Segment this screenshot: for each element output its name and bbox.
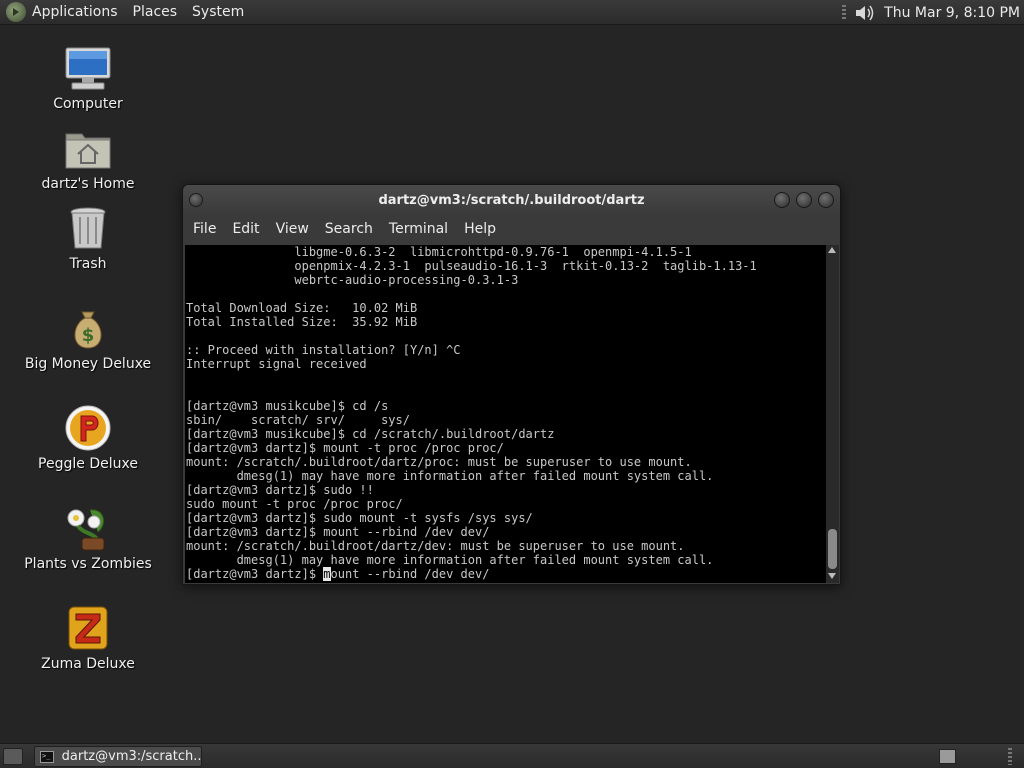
trash-icon [64,204,112,252]
desktop-icon-trash[interactable]: Trash [28,204,148,272]
terminal-line: openpmix-4.2.3-1 pulseaudio-16.1-3 rtkit… [186,259,757,273]
desktop-icon-home[interactable]: dartz's Home [28,124,148,192]
plants-vs-zombies-icon [64,504,112,552]
terminal-line: mount: /scratch/.buildroot/dartz/dev: mu… [186,539,685,553]
desktop-icon-label: Trash [69,256,107,272]
menu-search[interactable]: Search [325,221,373,237]
workspace-switcher[interactable] [939,749,956,764]
maximize-button[interactable] [796,192,812,208]
prompt-text: [dartz@vm3 dartz]$ [186,567,324,581]
peggle-icon [64,404,112,452]
gnome-foot-icon[interactable] [6,2,26,22]
terminal-line: webrtc-audio-processing-0.3.1-3 [186,273,519,287]
taskbar-terminal-button[interactable]: >_ dartz@vm3:/scratch... [34,746,202,767]
terminal-scrollbar[interactable] [826,245,839,583]
menu-edit[interactable]: Edit [232,221,259,237]
terminal-icon: >_ [40,750,54,763]
terminal-line: sudo mount -t proc /proc proc/ [186,497,403,511]
taskbar-label: dartz@vm3:/scratch... [61,749,201,764]
top-panel: Applications Places System Thu Mar 9, 8:… [0,0,1024,25]
zuma-icon [64,604,112,652]
command-text: ount --rbind /dev dev/ [330,567,490,581]
terminal-output[interactable]: libgme-0.6.3-2 libmicrohttpd-0.9.76-1 op… [185,245,826,583]
window-menubar: File Edit View Search Terminal Help [183,215,840,243]
scroll-up-arrow-icon[interactable] [828,247,836,253]
desktop-icon-label: Computer [53,96,123,112]
panel-handle[interactable] [1008,748,1012,765]
menu-terminal[interactable]: Terminal [389,221,448,237]
desktop-icon-peggle[interactable]: Peggle Deluxe [28,404,148,472]
desktop-icon-computer[interactable]: Computer [28,44,148,112]
terminal-line: dmesg(1) may have more information after… [186,553,714,567]
terminal-line: [dartz@vm3 musikcube]$ cd /s [186,399,389,413]
bottom-panel: >_ dartz@vm3:/scratch... [0,743,1024,768]
terminal-line: :: Proceed with installation? [Y/n] ^C [186,343,461,357]
close-button[interactable] [818,192,834,208]
terminal-line: mount: /scratch/.buildroot/dartz/proc: m… [186,455,692,469]
menu-places[interactable]: Places [133,4,178,20]
clock[interactable]: Thu Mar 9, 8:10 PM [884,5,1020,21]
terminal-line: libgme-0.6.3-2 libmicrohttpd-0.9.76-1 op… [186,245,692,259]
show-desktop-icon[interactable] [3,748,23,765]
window-menu-button[interactable] [189,193,203,207]
computer-icon [64,44,112,92]
volume-icon[interactable] [854,3,876,23]
desktop-icon-zuma[interactable]: Zuma Deluxe [28,604,148,672]
window-titlebar[interactable]: dartz@vm3:/scratch/.buildroot/dartz [183,185,840,215]
terminal-window[interactable]: dartz@vm3:/scratch/.buildroot/dartz File… [182,184,841,585]
panel-handle[interactable] [842,4,847,21]
menu-file[interactable]: File [193,221,216,237]
terminal-lines: libgme-0.6.3-2 libmicrohttpd-0.9.76-1 op… [185,245,826,581]
svg-text:$: $ [82,325,95,346]
desktop-icon-label: Peggle Deluxe [38,456,138,472]
money-bag-icon: $ [64,304,112,352]
terminal-line: [dartz@vm3 dartz]$ mount --rbind /dev de… [186,525,490,539]
scrollbar-thumb[interactable] [828,529,837,569]
terminal-line: Interrupt signal received [186,357,367,371]
desktop-icon-label: Big Money Deluxe [24,356,152,372]
menu-applications[interactable]: Applications [32,4,118,20]
desktop-icon-label: dartz's Home [41,176,135,192]
home-folder-icon [64,124,112,172]
minimize-button[interactable] [774,192,790,208]
terminal-line: Total Download Size: 10.02 MiB [186,301,418,315]
desktop-icon-big-money[interactable]: $ Big Money Deluxe [24,304,152,372]
terminal-line: sbin/ scratch/ srv/ sys/ [186,413,410,427]
menu-system[interactable]: System [192,4,244,20]
scroll-down-arrow-icon[interactable] [828,573,836,579]
terminal-line: [dartz@vm3 dartz]$ mount -t proc /proc p… [186,441,504,455]
menu-help[interactable]: Help [464,221,496,237]
desktop-icon-label: Plants vs Zombies [24,556,152,572]
terminal-line: Total Installed Size: 35.92 MiB [186,315,418,329]
terminal-line: [dartz@vm3 dartz]$ sudo !! [186,483,374,497]
desktop-icon-label: Zuma Deluxe [41,656,135,672]
terminal-line: dmesg(1) may have more information after… [186,469,714,483]
desktop-icon-pvz[interactable]: Plants vs Zombies [24,504,152,572]
text-cursor: m [323,567,331,581]
menu-view[interactable]: View [276,221,309,237]
terminal-prompt-line[interactable]: [dartz@vm3 dartz]$ mount --rbind /dev de… [186,567,826,581]
terminal-line: [dartz@vm3 musikcube]$ cd /scratch/.buil… [186,427,555,441]
window-title: dartz@vm3:/scratch/.buildroot/dartz [378,192,645,208]
terminal-line: [dartz@vm3 dartz]$ sudo mount -t sysfs /… [186,511,533,525]
